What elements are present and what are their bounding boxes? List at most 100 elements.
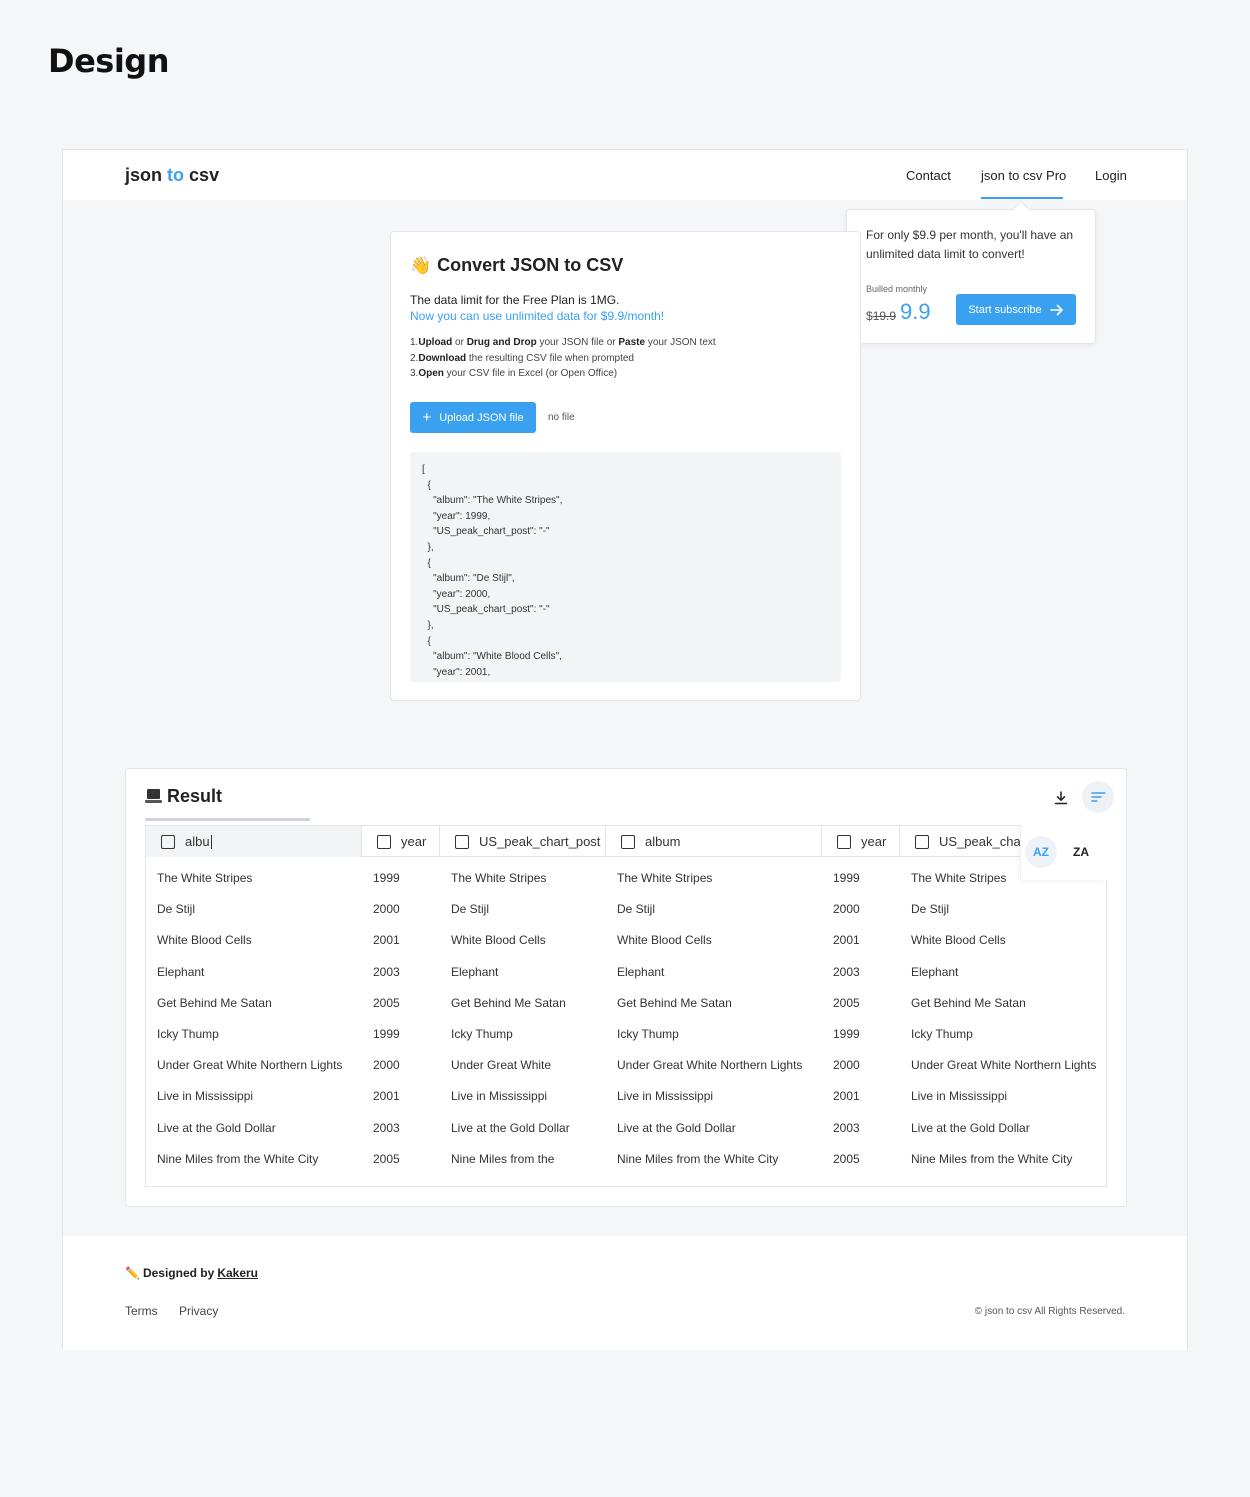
table-cell: Icky Thump	[451, 1026, 513, 1041]
table-cell: 2005	[373, 995, 400, 1010]
arrow-right-icon	[1049, 304, 1063, 315]
table-cell: 1999	[373, 1026, 400, 1041]
table-row: Elephant 2003 Elephant Elephant 2003 Elephant	[146, 957, 1106, 988]
table-cell: 2001	[373, 933, 400, 948]
table-cell: 2000	[373, 1058, 400, 1073]
convert-title: 👋 Convert JSON to CSV	[410, 255, 623, 276]
terms-link[interactable]: Terms	[125, 1304, 158, 1318]
popover-arrow	[1012, 200, 1030, 218]
nav-contact-link[interactable]: Contact	[906, 168, 951, 183]
data-limit-text: The data limit for the Free Plan is 1MG.	[410, 293, 620, 307]
table-cell: Live in Mississippi	[157, 1089, 254, 1104]
table-cell: White Blood Cells	[911, 933, 1006, 948]
table-cell: Live in Mississippi	[451, 1089, 548, 1104]
convert-title-text: Convert JSON to CSV	[437, 255, 624, 275]
download-icon	[1054, 791, 1068, 805]
sort-button[interactable]	[1082, 781, 1114, 813]
column-header[interactable]: US_peak_chart_post	[440, 826, 606, 857]
billed-monthly-label: Builled monthly	[866, 284, 928, 294]
sort-az-button[interactable]: AZ	[1025, 836, 1057, 868]
column-header[interactable]: year	[362, 826, 440, 857]
column-header[interactable]: album	[606, 826, 822, 857]
table-row: Live at the Gold Dollar 2003 Live at the G…	[146, 1113, 1106, 1144]
sort-za-button[interactable]: ZA	[1065, 836, 1097, 868]
column-checkbox[interactable]	[621, 834, 635, 849]
column-header-label: album	[645, 834, 681, 849]
page-heading: Design	[48, 42, 169, 80]
table-cell: Elephant	[451, 964, 499, 979]
laptop-icon	[145, 789, 162, 804]
logo-csv: csv	[189, 165, 220, 185]
column-header-input[interactable]: albu	[185, 834, 210, 849]
table-cell: Nine Miles from the White City	[157, 1151, 319, 1166]
table-cell: De Stijl	[157, 902, 196, 917]
table-cell: 2001	[833, 1089, 860, 1104]
author-link[interactable]: Kakeru	[217, 1266, 258, 1280]
nav-active-underline	[981, 197, 1063, 199]
table-row: Nine Miles from the White City 2005 Nine M…	[146, 1144, 1106, 1175]
file-status: no file	[548, 412, 575, 423]
table-cell: Elephant	[617, 964, 665, 979]
nav-login-link[interactable]: Login	[1095, 168, 1127, 183]
table-cell: Get Behind Me Satan	[911, 995, 1026, 1010]
price-currency: $	[866, 309, 873, 323]
result-title-text: Result	[167, 786, 223, 806]
column-header-label: US_peak_cha	[939, 834, 1021, 849]
designed-by-label: Designed by	[142, 1266, 215, 1280]
upload-json-label: Upload JSON file	[439, 411, 524, 424]
step-1: 1.Upload or Drug and Drop your JSON file…	[410, 337, 716, 348]
column-checkbox[interactable]	[161, 834, 175, 849]
json-input-area[interactable]: [ { "album": "The White Stripes", "year"…	[410, 452, 841, 682]
result-card: Result albu year US_peak_chart_post albu…	[125, 768, 1127, 1207]
table-cell: 2005	[833, 995, 860, 1010]
top-navbar: json to csv Contact json to csv Pro Logi…	[63, 150, 1187, 200]
table-cell: Live at the Gold Dollar	[451, 1120, 570, 1135]
table-cell: Under Great White Northern Lights	[617, 1058, 803, 1073]
column-checkbox[interactable]	[455, 834, 469, 849]
table-cell: Get Behind Me Satan	[451, 995, 566, 1010]
designed-by: ✏️ Designed by Kakeru	[125, 1266, 258, 1280]
copyright: © json to csv All Rights Reserved.	[974, 1306, 1125, 1317]
table-cell: De Stijl	[617, 902, 656, 917]
footer: ✏️ Designed by Kakeru Terms Privacy © js…	[63, 1236, 1187, 1350]
column-header[interactable]: albu	[146, 826, 362, 857]
table-cell: Live in Mississippi	[617, 1089, 714, 1104]
table-cell: Get Behind Me Satan	[617, 995, 732, 1010]
column-checkbox[interactable]	[837, 834, 851, 849]
privacy-link[interactable]: Privacy	[179, 1304, 218, 1318]
table-cell: Under Great White Northern Lights	[157, 1058, 343, 1073]
table-cell: 2001	[833, 933, 860, 948]
table-cell: White Blood Cells	[451, 933, 546, 948]
table-cell: De Stijl	[451, 902, 490, 917]
nav-pro-link[interactable]: json to csv Pro	[981, 168, 1066, 183]
waving-hand-icon: 👋	[410, 255, 432, 275]
download-button[interactable]	[1046, 783, 1076, 813]
table-row: White Blood Cells 2001 White Blood Cells Wh…	[146, 925, 1106, 956]
table-row: Under Great White Northern Lights 2000 Und…	[146, 1050, 1106, 1081]
table-cell: 2001	[373, 1089, 400, 1104]
column-checkbox[interactable]	[915, 834, 929, 849]
pro-popover-text: For only $9.9 per month, you'll have an …	[866, 228, 1074, 261]
table-cell: Nine Miles from the White City	[911, 1151, 1073, 1166]
start-subscribe-button[interactable]: Start subscribe	[956, 294, 1076, 325]
column-header-label: year	[401, 834, 427, 849]
column-header[interactable]: year	[822, 826, 900, 857]
table-body: The White Stripes 1999 The White Stripes Th…	[146, 863, 1106, 1175]
text-cursor	[210, 834, 212, 849]
table-cell: 2000	[833, 1058, 860, 1073]
upload-json-button[interactable]: + Upload JSON file	[410, 402, 536, 433]
table-cell: Live in Mississippi	[911, 1089, 1008, 1104]
table-cell: 1999	[833, 871, 860, 885]
table-row: Icky Thump 1999 Icky Thump Icky Thump 1999 Ic…	[146, 1019, 1106, 1050]
logo[interactable]: json to csv	[125, 165, 219, 186]
unlimited-data-link[interactable]: Now you can use unlimited data for $9.9/…	[410, 309, 664, 323]
table-cell: 2005	[373, 1151, 400, 1166]
table-cell: White Blood Cells	[617, 933, 712, 948]
table-cell: Nine Miles from the	[451, 1151, 555, 1166]
logo-to: to	[167, 165, 185, 185]
column-checkbox[interactable]	[377, 834, 391, 849]
instruction-steps: 1.Upload or Drug and Drop your JSON file…	[410, 335, 716, 382]
convert-card: 👋 Convert JSON to CSV The data limit for…	[390, 231, 861, 701]
pencil-icon: ✏️	[125, 1266, 140, 1280]
table-cell: White Blood Cells	[157, 933, 252, 948]
